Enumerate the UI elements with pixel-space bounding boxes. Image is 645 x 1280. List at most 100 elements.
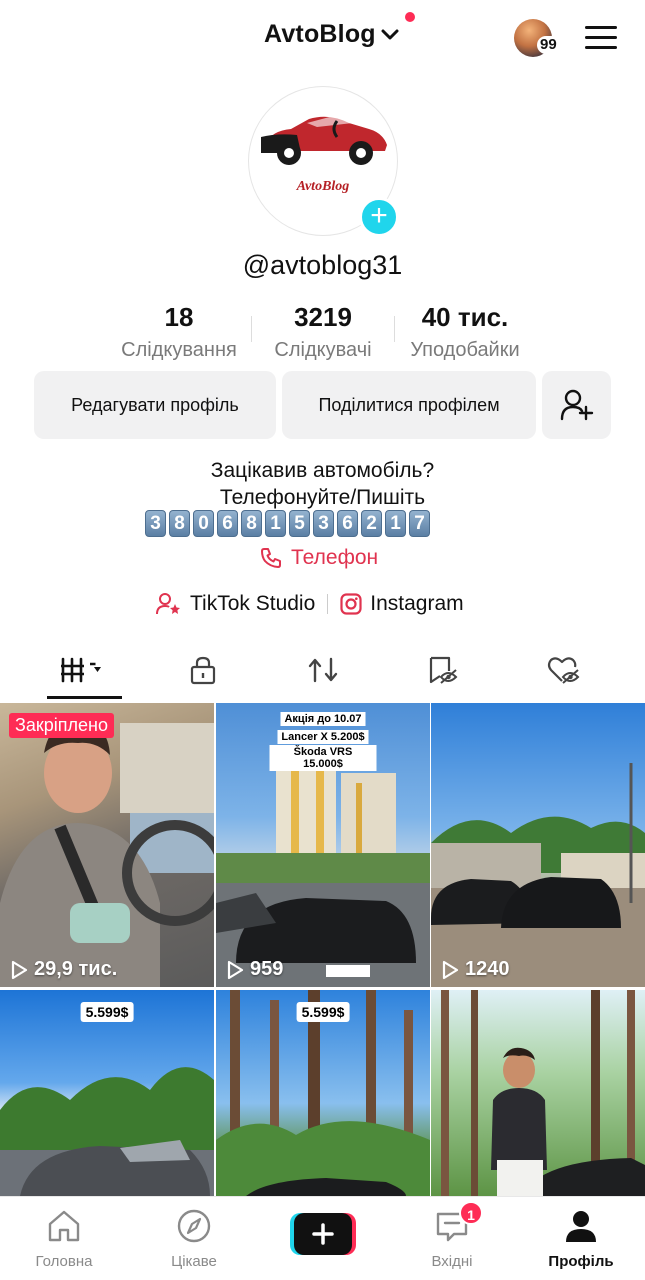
nav-home-label: Головна [35, 1253, 93, 1270]
instagram-icon [340, 593, 362, 615]
video-views-count: 29,9 тис. [34, 958, 118, 980]
phone-digit: 8 [169, 510, 190, 537]
tab-liked[interactable] [530, 642, 595, 698]
video-views: 29,9 тис. [10, 958, 117, 981]
video-thumbnail [0, 720, 214, 987]
add-story-button[interactable]: + [359, 197, 399, 237]
video-tile[interactable]: 5.599$ [0, 990, 214, 1196]
video-views: 1240 [441, 958, 510, 981]
stat-following-value: 18 [164, 302, 194, 332]
nav-home[interactable]: Головна [9, 1197, 119, 1270]
stat-likes-label: Уподобайки [410, 339, 520, 361]
phone-digit: 3 [313, 510, 334, 537]
phone-link-label: Телефон [291, 546, 379, 569]
tiktok-studio-link[interactable]: TikTok Studio [156, 592, 315, 616]
tab-private[interactable] [170, 642, 235, 698]
username: @avtoblog31 [242, 250, 403, 280]
lock-icon [190, 656, 215, 685]
repost-icon [308, 657, 337, 683]
phone-digit: 2 [361, 510, 382, 537]
phone-digit: 6 [337, 510, 358, 537]
heart-hidden-icon [547, 657, 579, 684]
compass-icon [177, 1209, 211, 1243]
phone-digit: 8 [241, 510, 262, 537]
phone-icon [261, 548, 281, 568]
stat-followers-value: 3219 [294, 302, 352, 332]
profile-icon [566, 1211, 596, 1242]
instagram-link[interactable]: Instagram [340, 592, 464, 616]
add-person-icon [560, 389, 593, 421]
chevron-down-icon [381, 29, 399, 39]
profile-links: TikTok Studio Instagram [156, 592, 464, 616]
stat-followers-label: Слідкувачі [274, 339, 372, 361]
inbox-badge: 1 [459, 1201, 483, 1225]
price-tag: 5.599$ [80, 1002, 134, 1022]
stat-divider [251, 316, 252, 342]
bottom-nav: Головна Цікаве Вхідні 1 Профіль [0, 1196, 645, 1280]
tiktok-studio-label: TikTok Studio [190, 592, 316, 615]
play-icon [227, 960, 244, 979]
account-switcher[interactable]: AvtoBlog [264, 20, 400, 49]
phone-link[interactable]: Телефон [259, 546, 378, 570]
tab-videos[interactable] [47, 642, 122, 698]
create-button[interactable] [290, 1213, 356, 1255]
stat-following-label: Слідкування [121, 339, 237, 361]
notification-dot [405, 12, 415, 22]
video-tile[interactable] [431, 990, 645, 1196]
nav-profile-label: Профіль [548, 1253, 614, 1270]
video-thumbnail [441, 990, 645, 1196]
grid-videos-icon [60, 657, 101, 683]
promo-line: Lancer X 5.200$ [277, 730, 369, 744]
nav-inbox[interactable]: Вхідні [397, 1197, 507, 1270]
stat-divider [394, 316, 395, 342]
avatar-brand-text: AvtoBlog [296, 179, 350, 194]
active-tab-indicator [47, 696, 122, 699]
phone-digit: 5 [289, 510, 310, 537]
share-profile-button[interactable]: Поділитися профілем [282, 371, 536, 439]
studio-icon [156, 593, 180, 615]
top-bar: AvtoBlog 99 [0, 0, 645, 76]
tab-favorites[interactable] [410, 642, 475, 698]
nav-profile[interactable]: Профіль [526, 1197, 636, 1270]
price-tag: 5.599$ [296, 1002, 350, 1022]
nav-discover[interactable]: Цікаве [139, 1197, 249, 1270]
car-logo-icon [261, 115, 387, 165]
video-thumbnail [431, 763, 645, 987]
tab-reposts[interactable] [290, 642, 355, 698]
bookmark-hidden-icon [429, 656, 457, 684]
phone-digit: 0 [193, 510, 214, 537]
bio-line-1: Зацікавив автомобіль? [210, 459, 435, 482]
stat-following[interactable]: 18 Слідкування [110, 302, 248, 362]
stat-likes-value: 40 тис. [421, 302, 509, 332]
stat-followers[interactable]: 3219 Слідкувачі [262, 302, 384, 362]
video-tile[interactable]: 5.599$ [216, 990, 430, 1196]
promo-line: Акція до 10.07 [280, 712, 366, 726]
account-title: AvtoBlog [264, 20, 376, 48]
content-tabs [0, 642, 645, 702]
links-divider [327, 594, 329, 614]
plus-icon [290, 1213, 356, 1255]
home-icon [48, 1210, 80, 1242]
video-views-count: 1240 [465, 958, 510, 980]
video-tile[interactable]: Акція до 10.07 Lancer X 5.200$ Škoda VRS… [216, 703, 430, 987]
promo-overlay: Акція до 10.07 Lancer X 5.200$ Škoda VRS… [269, 709, 377, 772]
bio-line-2: Телефонуйте/Пишіть [219, 486, 426, 509]
add-friends-button[interactable] [542, 371, 611, 439]
video-views-count: 959 [250, 958, 284, 980]
nav-discover-label: Цікаве [171, 1253, 217, 1270]
stat-likes[interactable]: 40 тис. Уподобайки [404, 302, 526, 362]
pinned-badge: Закріплено [9, 713, 114, 738]
play-icon [11, 960, 28, 979]
phone-digit: 1 [265, 510, 286, 537]
bio-phone-digits: 3 8 0 6 8 1 5 3 6 2 1 7 [145, 510, 430, 537]
video-tile[interactable]: Закріплено 29,9 тис. [0, 703, 214, 987]
video-tile[interactable]: 1240 [431, 703, 645, 987]
video-views: 959 [226, 958, 283, 981]
play-icon [442, 960, 459, 979]
phone-digit: 1 [385, 510, 406, 537]
notification-count-badge: 99 [537, 36, 560, 54]
menu-icon[interactable] [585, 26, 617, 50]
phone-digit: 3 [145, 510, 166, 537]
phone-digit: 7 [409, 510, 430, 537]
edit-profile-button[interactable]: Редагувати профіль [34, 371, 276, 439]
